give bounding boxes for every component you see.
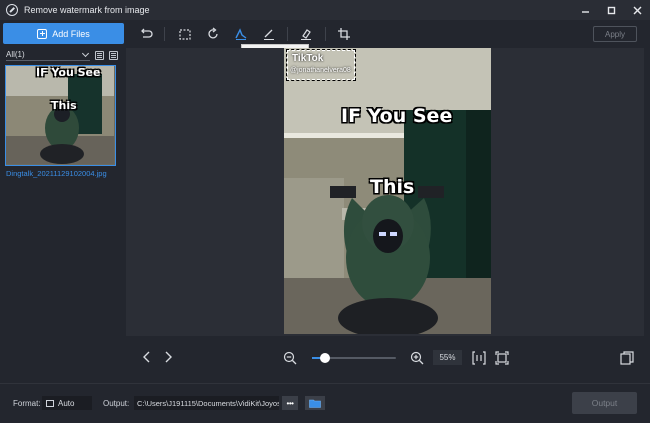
actual-size-button[interactable] (471, 350, 486, 365)
previous-button[interactable] (140, 350, 154, 364)
window-controls (572, 0, 650, 20)
compare-button[interactable] (619, 350, 634, 365)
toolbar-divider (287, 27, 288, 41)
toolbar-divider (325, 27, 326, 41)
eraser-icon (301, 29, 311, 40)
image-canvas[interactable]: TikTok @jonathanelvera08 IF You See This (126, 48, 644, 336)
polygon-selection-icon (235, 28, 247, 40)
redo-icon (208, 27, 218, 39)
image-format-icon (46, 399, 54, 407)
close-button[interactable] (624, 0, 650, 20)
format-value: Auto (58, 398, 75, 408)
window-title: Remove watermark from image (24, 5, 150, 15)
thumbnail-caption-mid: This (51, 99, 77, 112)
fit-to-window-button[interactable] (494, 350, 509, 365)
preview-image: TikTok @jonathanelvera08 IF You See This (284, 48, 491, 334)
maximize-icon (607, 6, 615, 14)
maximize-button[interactable] (598, 0, 624, 20)
file-thumbnail[interactable]: IF You See This (5, 65, 116, 166)
zoom-in-button[interactable] (409, 350, 424, 365)
zoom-out-button[interactable] (282, 350, 297, 365)
thumbnail-image (6, 66, 114, 164)
title-bar: Remove watermark from image (0, 0, 650, 20)
folder-icon (309, 399, 321, 408)
toolbar-divider (164, 27, 165, 41)
crop-button[interactable] (336, 26, 352, 42)
chevron-left-icon (143, 351, 150, 363)
output-path-field[interactable]: C:\Users\J191115\Documents\VidiKit\Joyos… (134, 396, 279, 410)
watermark-brand: TikTok (292, 53, 324, 64)
output-label: Output: (103, 399, 130, 408)
polygon-selection-button[interactable] (233, 26, 249, 42)
zoom-in-icon (410, 351, 423, 364)
output-button[interactable]: Output (572, 392, 637, 414)
fit-to-window-icon (494, 350, 509, 365)
browse-button[interactable]: ••• (282, 396, 298, 410)
zoom-out-icon (283, 351, 296, 364)
compare-icon (619, 350, 634, 365)
chevron-down-icon (81, 49, 90, 57)
image-caption-mid: This (370, 176, 415, 198)
undo-icon (141, 28, 153, 38)
open-folder-button[interactable] (305, 396, 325, 410)
brush-button[interactable] (261, 26, 277, 42)
export-footer: Format: Auto Output: C:\Users\J191115\Do… (0, 383, 650, 423)
app-logo-icon (6, 4, 18, 16)
zoom-slider[interactable] (312, 353, 396, 363)
file-filter-dropdown[interactable]: All(1) (6, 49, 90, 61)
zoom-slider-handle[interactable] (319, 353, 330, 363)
rectangle-selection-icon (179, 29, 191, 40)
add-icon (37, 28, 48, 39)
rectangle-selection-button[interactable] (177, 26, 193, 42)
minimize-icon (581, 10, 589, 13)
chevron-right-icon (165, 351, 172, 363)
thumbnail-caption-top: IF You See (36, 66, 101, 79)
image-caption-top: IF You See (341, 105, 453, 127)
close-icon (633, 6, 641, 14)
add-files-button[interactable]: Add Files (3, 23, 124, 44)
brush-icon (264, 29, 274, 40)
edit-toolbar: Apply (126, 20, 650, 48)
filter-row: All(1) (6, 49, 122, 61)
delete-list-icon[interactable] (109, 50, 118, 60)
eraser-button[interactable] (298, 26, 314, 42)
list-view-icon[interactable] (95, 50, 104, 60)
undo-button[interactable] (138, 26, 154, 42)
format-label: Format: (13, 399, 41, 408)
watermark-user: @jonathanelvera08 (290, 67, 351, 74)
file-name: Dingtalk_20211129102004.jpg (6, 169, 107, 178)
add-files-label: Add Files (52, 28, 90, 39)
canvas-controls: 55% (126, 336, 650, 378)
zoom-level: 55% (433, 350, 462, 365)
minimize-button[interactable] (572, 0, 598, 20)
file-filter-value: All(1) (6, 50, 25, 59)
crop-icon (338, 28, 350, 40)
format-dropdown[interactable]: Auto (42, 396, 92, 410)
next-button[interactable] (161, 350, 175, 364)
apply-button[interactable]: Apply (593, 26, 637, 42)
file-sidebar: Add Files All(1) IF You See This Dingtal… (0, 20, 126, 383)
redo-button[interactable] (205, 26, 221, 42)
actual-size-icon (471, 350, 486, 365)
